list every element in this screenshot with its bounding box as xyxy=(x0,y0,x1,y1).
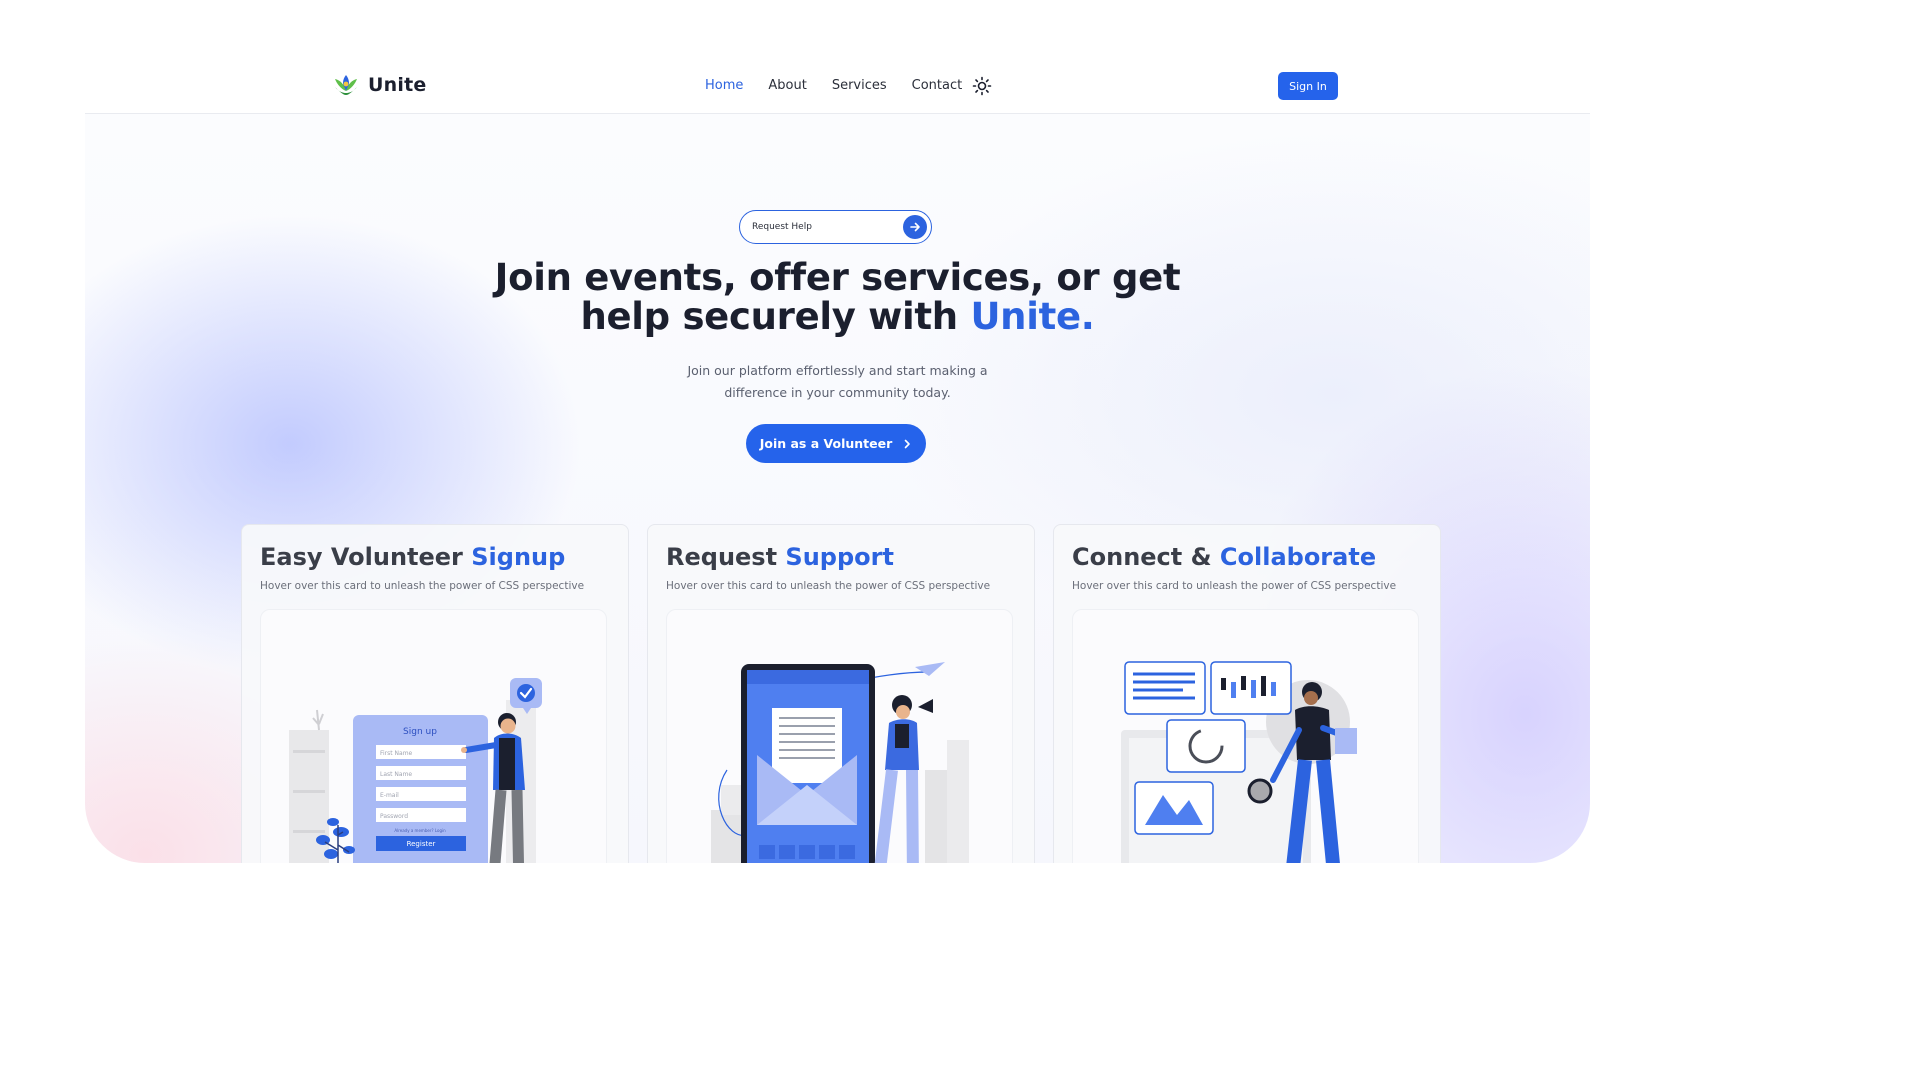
headline-line2: help securely with xyxy=(580,295,971,338)
nav-link-about[interactable]: About xyxy=(768,78,806,93)
signup-illustration: Sign up First Name Last Name E-mail Pass… xyxy=(260,609,607,863)
page: Unite Home About Services Contact Sign I… xyxy=(85,48,1590,863)
card-title-accent: Signup xyxy=(471,543,566,571)
nav-link-contact[interactable]: Contact xyxy=(912,78,963,93)
nav-links: Home About Services Contact xyxy=(705,78,962,93)
request-help-label: Request Help xyxy=(752,222,812,232)
signup-login-note: Already a member? Login xyxy=(394,828,446,833)
signup-field-password: Password xyxy=(380,813,408,820)
card-title-text: Request xyxy=(666,543,786,571)
card-title: Easy Volunteer Signup xyxy=(260,543,565,571)
card-title: Connect & Collaborate xyxy=(1072,543,1376,571)
signup-register-button: Register xyxy=(407,840,436,848)
sun-icon xyxy=(972,76,992,96)
request-help-pill[interactable]: Request Help xyxy=(739,210,932,244)
card-title: Request Support xyxy=(666,543,894,571)
signup-field-email: E-mail xyxy=(380,792,399,799)
brand-name: Unite xyxy=(368,74,427,96)
collaborate-illustration xyxy=(1072,609,1419,863)
card-description: Hover over this card to unleash the powe… xyxy=(666,580,991,592)
sign-in-button[interactable]: Sign In xyxy=(1278,72,1338,100)
card-title-text: Connect & xyxy=(1072,543,1220,571)
card-title-accent: Collaborate xyxy=(1219,543,1377,571)
nav-link-home[interactable]: Home xyxy=(705,78,743,93)
card-description: Hover over this card to unleash the powe… xyxy=(1072,580,1397,592)
hero-section: Request Help Join events, offer services… xyxy=(85,114,1590,863)
chevron-right-icon xyxy=(904,439,911,448)
signup-form-title: Sign up xyxy=(403,727,437,737)
theme-toggle-button[interactable] xyxy=(972,76,992,96)
join-volunteer-button[interactable]: Join as a Volunteer xyxy=(746,424,926,463)
lotus-logo-icon xyxy=(335,75,357,95)
card-title-accent: Support xyxy=(785,543,894,571)
arrow-right-icon xyxy=(903,215,927,239)
signup-field-last-name: Last Name xyxy=(380,771,412,778)
card-request-support[interactable]: Request Support Hover over this card to … xyxy=(647,524,1035,863)
navbar: Unite Home About Services Contact Sign I… xyxy=(85,48,1590,114)
signup-field-first-name: First Name xyxy=(380,750,413,757)
card-description: Hover over this card to unleash the powe… xyxy=(260,580,585,592)
cta-label: Join as a Volunteer xyxy=(759,436,893,451)
hero-subtitle: Join our platform effortlessly and start… xyxy=(687,363,988,400)
headline-line1: Join events, offer services, or get xyxy=(494,256,1181,299)
hero-headline: Join events, offer services, or get help… xyxy=(385,258,1290,336)
brand-logo[interactable]: Unite xyxy=(332,72,426,98)
card-connect-collaborate[interactable]: Connect & Collaborate Hover over this ca… xyxy=(1053,524,1441,863)
headline-accent: Unite. xyxy=(970,295,1095,338)
card-volunteer-signup[interactable]: Easy Volunteer Signup Hover over this ca… xyxy=(241,524,629,863)
nav-link-services[interactable]: Services xyxy=(832,78,887,93)
card-title-text: Easy Volunteer xyxy=(260,543,472,571)
support-illustration xyxy=(666,609,1013,863)
